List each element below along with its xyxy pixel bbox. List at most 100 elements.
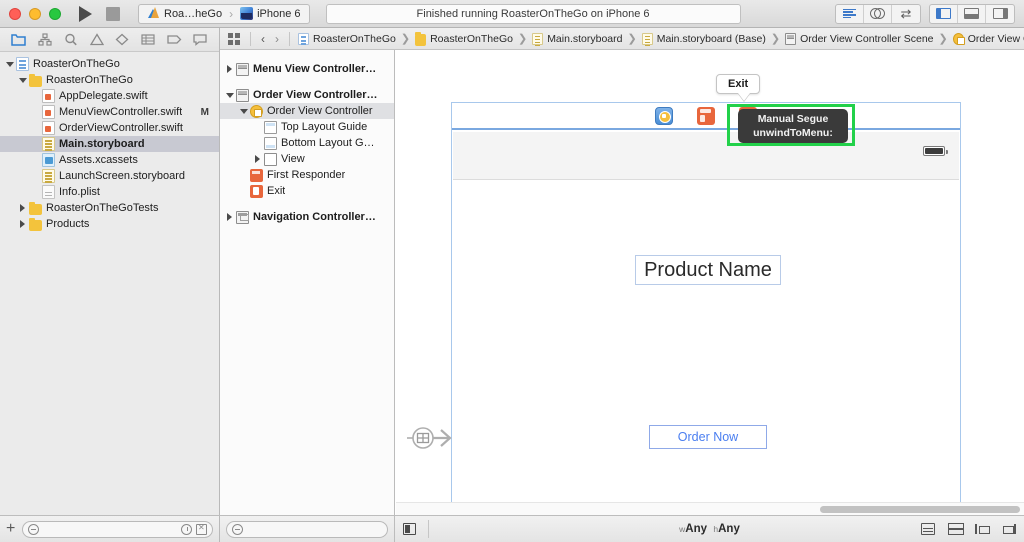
recent-files-filter-icon[interactable]	[181, 523, 192, 535]
breadcrumb-item[interactable]: Main.storyboard (Base)	[641, 32, 766, 45]
utilities-toggle-button[interactable]	[986, 5, 1014, 23]
disclosure-triangle-closed-icon[interactable]	[224, 64, 235, 75]
report-navigator-tab[interactable]	[190, 31, 210, 49]
navigator-filter-input[interactable]	[43, 523, 177, 535]
run-button[interactable]	[79, 5, 92, 22]
outline-row[interactable]: Menu View Controller…	[220, 61, 394, 77]
outline-row[interactable]: Order View Controller	[220, 103, 394, 119]
first-responder-dock-icon[interactable]	[697, 106, 715, 125]
resolve-auto-layout-issues-icon[interactable]	[921, 523, 935, 535]
scene-dock	[452, 103, 960, 130]
debug-area-toggle-button[interactable]	[958, 4, 986, 23]
nav-tree-row[interactable]: OrderViewController.swift	[0, 120, 219, 136]
symbol-navigator-tab[interactable]	[35, 31, 55, 49]
nav-tree-row-label: AppDelegate.swift	[59, 90, 148, 102]
storyboard-canvas[interactable]: Product Name Order Now Exit Manual Segue…	[396, 50, 1024, 515]
navigator-bottom-bar: +	[0, 516, 220, 542]
navigator-pane-icon	[936, 8, 951, 19]
nav-tree-row[interactable]: RoasterOnTheGo	[0, 72, 219, 88]
outline-filter-input[interactable]	[247, 523, 382, 535]
folder-icon	[415, 31, 427, 46]
outline-row[interactable]: View	[220, 151, 394, 167]
test-navigator-tab[interactable]	[112, 31, 132, 49]
find-navigator-tab[interactable]	[61, 31, 81, 49]
search-icon	[28, 523, 40, 535]
order-now-button[interactable]: Order Now	[649, 425, 767, 449]
view-controller-icon	[250, 104, 263, 118]
nav-tree-row[interactable]: MenuViewController.swift M	[0, 104, 219, 120]
stack-view-icon[interactable]	[948, 523, 964, 535]
disclosure-triangle-closed-icon[interactable]	[17, 203, 28, 214]
scheme-selector[interactable]: Roa…heGo › iPhone 6	[138, 3, 310, 24]
view-controller-dock-icon[interactable]	[655, 106, 673, 125]
pin-icon[interactable]	[1002, 523, 1016, 535]
scheme-project-label: Roa…heGo	[164, 7, 223, 20]
source-control-filter-icon[interactable]	[196, 523, 207, 535]
go-back-button[interactable]: ‹	[261, 32, 265, 46]
battery-icon	[923, 146, 948, 156]
breadcrumb-item[interactable]: Order View Controller	[952, 32, 1024, 45]
project-navigator-tab[interactable]	[9, 31, 29, 49]
disclosure-triangle-open-icon[interactable]	[224, 90, 235, 101]
minimize-window-button[interactable]	[29, 7, 41, 20]
nav-tree-row[interactable]: Products	[0, 216, 219, 232]
disclosure-triangle-closed-icon[interactable]	[17, 219, 28, 230]
outline-row-label: Order View Controller	[267, 105, 373, 117]
nav-tree-row[interactable]: Assets.xcassets	[0, 152, 219, 168]
outline-row[interactable]: First Responder	[220, 167, 394, 183]
breadcrumb-chevron-icon: ❯	[938, 33, 948, 45]
canvas-scroll-thumb[interactable]	[820, 506, 1020, 513]
assistant-editor-button[interactable]	[864, 4, 892, 23]
issue-navigator-tab[interactable]	[87, 31, 107, 49]
standard-editor-button[interactable]	[836, 4, 864, 23]
breakpoint-navigator-tab[interactable]	[164, 31, 184, 49]
document-outline-toggle-button[interactable]	[403, 523, 416, 535]
segue-identifier-label: unwindToMenu:	[753, 127, 833, 139]
breadcrumb-item[interactable]: RoasterOnTheGo	[298, 32, 396, 45]
nav-tree-row[interactable]: Main.storyboard	[0, 136, 219, 152]
version-editor-button[interactable]: ⇄	[892, 5, 920, 23]
disclosure-triangle-closed-icon[interactable]	[252, 154, 263, 165]
product-name-label[interactable]: Product Name	[635, 255, 781, 285]
storyboard-entry-point[interactable]	[407, 423, 457, 453]
breadcrumb-item[interactable]: Order View Controller Scene	[785, 32, 934, 45]
add-file-button[interactable]: +	[6, 521, 15, 537]
disclosure-triangle-closed-icon[interactable]	[224, 212, 235, 223]
navigator-filter-field[interactable]	[22, 520, 213, 538]
layout-tool-buttons	[921, 523, 1016, 535]
disclosure-triangle-open-icon[interactable]	[238, 106, 249, 117]
align-icon[interactable]	[975, 523, 990, 535]
bottom-layout-guide-icon	[264, 136, 277, 150]
nav-tree-row[interactable]: LaunchScreen.storyboard	[0, 168, 219, 184]
simulated-status-bar	[453, 132, 959, 180]
outline-filter-field[interactable]	[226, 520, 388, 538]
nav-tree-row[interactable]: RoasterOnTheGo	[0, 56, 219, 72]
outline-row[interactable]: Exit	[220, 183, 394, 199]
order-view-controller-scene[interactable]: Product Name Order Now	[407, 102, 961, 509]
outline-row[interactable]: Order View Controller…	[220, 87, 394, 103]
nav-tree-row-label: OrderViewController.swift	[59, 122, 183, 134]
related-items-icon[interactable]	[228, 32, 240, 45]
standard-editor-icon	[843, 8, 856, 19]
close-window-button[interactable]	[9, 7, 21, 20]
navigator-toggle-button[interactable]	[930, 4, 958, 23]
nav-tree-row[interactable]: Info.plist	[0, 184, 219, 200]
nav-tree-row[interactable]: RoasterOnTheGoTests	[0, 200, 219, 216]
outline-row[interactable]: Navigation Controller…	[220, 209, 394, 225]
stop-button[interactable]	[106, 6, 120, 21]
outline-row[interactable]: Bottom Layout G…	[220, 135, 394, 151]
canvas-horizontal-scrollbar[interactable]	[396, 502, 1024, 515]
maximize-window-button[interactable]	[49, 7, 61, 20]
outline-row[interactable]: Top Layout Guide	[220, 119, 394, 135]
breadcrumb-item-label: Order View Controller	[967, 32, 1024, 45]
nav-tree-row[interactable]: AppDelegate.swift	[0, 88, 219, 104]
disclosure-triangle-open-icon[interactable]	[17, 75, 28, 86]
run-stop-controls	[79, 5, 120, 22]
source-control-status-badge: M	[200, 106, 209, 118]
go-forward-button[interactable]: ›	[275, 32, 279, 46]
breadcrumb-item[interactable]: Main.storyboard	[532, 32, 622, 45]
debug-navigator-tab[interactable]	[138, 31, 158, 49]
breadcrumb-item[interactable]: RoasterOnTheGo	[415, 31, 513, 46]
outline-row-label: First Responder	[267, 169, 346, 181]
disclosure-triangle-open-icon[interactable]	[4, 59, 15, 70]
